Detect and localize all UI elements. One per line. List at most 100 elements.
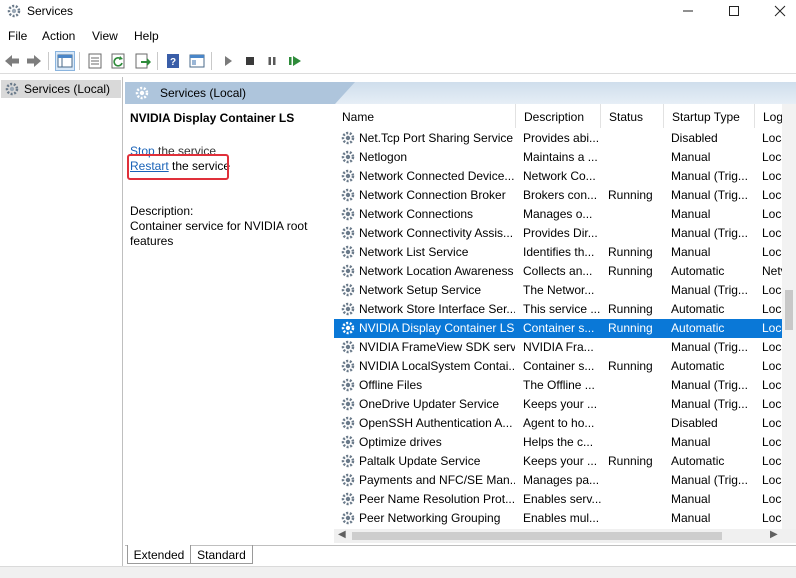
- cell-desc: Container s...: [523, 359, 595, 373]
- cell-desc: Helps the c...: [523, 435, 594, 449]
- view-button[interactable]: [187, 51, 207, 71]
- cell-startup: Manual (Trig...: [671, 226, 748, 240]
- cell-startup: Manual: [671, 150, 711, 164]
- tab-extended[interactable]: Extended: [127, 545, 191, 564]
- tab-standard[interactable]: Standard: [191, 545, 253, 564]
- properties-button[interactable]: [85, 51, 105, 71]
- gear-icon: [341, 302, 355, 316]
- column-header-description[interactable]: Description: [516, 104, 601, 128]
- column-header-label: Description: [524, 110, 585, 124]
- back-button[interactable]: [2, 51, 22, 71]
- menu-action[interactable]: Action: [42, 29, 75, 43]
- cell-desc: Enables serv...: [523, 492, 601, 506]
- scroll-left-icon[interactable]: ◀: [338, 529, 346, 540]
- export-list-button[interactable]: [133, 51, 153, 71]
- table-row[interactable]: Network Connected Device... Network Co...…: [334, 167, 796, 186]
- help-icon: ?: [167, 54, 179, 68]
- gear-icon: [7, 4, 21, 18]
- table-row[interactable]: Network List Service Identifies th... Runn…: [334, 243, 796, 262]
- cell-desc: Manages o...: [523, 207, 593, 221]
- table-row[interactable]: Netlogon Maintains a ... Manual Loca: [334, 148, 796, 167]
- gear-icon: [341, 359, 355, 373]
- cell-name: OneDrive Updater Service: [359, 397, 500, 411]
- cell-name: Offline Files: [359, 378, 423, 392]
- column-header-startup-type[interactable]: Startup Type: [664, 104, 755, 128]
- horizontal-scrollbar[interactable]: ◀ ▶: [334, 529, 796, 543]
- scroll-right-icon[interactable]: ▶: [770, 529, 778, 540]
- table-row[interactable]: OneDrive Updater Service Keeps your ... Ma…: [334, 395, 796, 414]
- cell-name: Paltalk Update Service: [359, 454, 481, 468]
- close-button[interactable]: [757, 0, 796, 22]
- menu-view[interactable]: View: [92, 29, 118, 43]
- minimize-icon: [683, 10, 693, 12]
- cell-name: Network Connectivity Assis...: [359, 226, 514, 240]
- table-row[interactable]: Network Store Interface Ser... This servi…: [334, 300, 796, 319]
- extended-pane: NVIDIA Display Container LS Stop the ser…: [125, 104, 328, 544]
- menu-file[interactable]: File: [8, 29, 27, 43]
- table-row[interactable]: Peer Networking Grouping Enables mul... Ma…: [334, 509, 796, 528]
- table-row[interactable]: Network Connection Broker Brokers con... R…: [334, 186, 796, 205]
- table-row[interactable]: NVIDIA Display Container LS Container s..…: [334, 319, 796, 338]
- vertical-scroll-thumb[interactable]: [785, 290, 793, 330]
- tree-item-services-local[interactable]: Services (Local): [1, 80, 121, 98]
- forward-button[interactable]: [24, 51, 44, 71]
- cell-name: Peer Networking Grouping: [359, 511, 501, 525]
- cell-desc: The Offline ...: [523, 378, 595, 392]
- cell-status: Running: [608, 454, 653, 468]
- table-row[interactable]: Paltalk Update Service Keeps your ... Runn…: [334, 452, 796, 471]
- cell-startup: Manual (Trig...: [671, 283, 748, 297]
- cell-name: Network Connection Broker: [359, 188, 506, 202]
- cell-desc: Network Co...: [523, 169, 596, 183]
- column-header-status[interactable]: Status: [601, 104, 664, 128]
- table-row[interactable]: Payments and NFC/SE Man... Manages pa... M…: [334, 471, 796, 490]
- start-service-button[interactable]: [218, 51, 238, 71]
- cell-desc: Container s...: [523, 321, 595, 335]
- vertical-scrollbar[interactable]: [782, 104, 796, 529]
- help-button[interactable]: ?: [163, 51, 183, 71]
- cell-name: Network Store Interface Ser...: [359, 302, 515, 316]
- table-row[interactable]: Network Setup Service The Networ... Manual…: [334, 281, 796, 300]
- cell-desc: Agent to ho...: [523, 416, 595, 430]
- table-row[interactable]: Peer Name Resolution Prot... Enables serv…: [334, 490, 796, 509]
- pause-service-button[interactable]: [262, 51, 282, 71]
- table-row[interactable]: Offline Files The Offline ... Manual (Trig…: [334, 376, 796, 395]
- table-row[interactable]: Network Connections Manages o... Manual Loc…: [334, 205, 796, 224]
- table-row[interactable]: Network Location Awareness Collects an...…: [334, 262, 796, 281]
- cell-name: Network Connections: [359, 207, 474, 221]
- restart-service-button[interactable]: [285, 51, 305, 71]
- minimize-button[interactable]: [665, 0, 711, 22]
- cell-desc: Provides Dir...: [523, 226, 598, 240]
- table-row[interactable]: Net.Tcp Port Sharing Service Provides abi…: [334, 129, 796, 148]
- table-row[interactable]: NVIDIA FrameView SDK serv... NVIDIA Fra..…: [334, 338, 796, 357]
- table-row[interactable]: OpenSSH Authentication A... Agent to ho..…: [334, 414, 796, 433]
- column-header-label: Name: [342, 110, 375, 124]
- gear-icon: [341, 473, 355, 487]
- console-tree: Services (Local): [0, 77, 123, 578]
- cell-name: NVIDIA LocalSystem Contai...: [359, 359, 515, 373]
- column-header-name[interactable]: ⌃ Name: [334, 104, 516, 128]
- cell-startup: Manual (Trig...: [671, 473, 748, 487]
- table-row[interactable]: Network Connectivity Assis... Provides Di…: [334, 224, 796, 243]
- toolbar-separator: [211, 52, 212, 70]
- gear-icon: [341, 340, 355, 354]
- refresh-button[interactable]: [109, 51, 129, 71]
- show-hide-tree-button[interactable]: [55, 51, 75, 71]
- cell-desc: Enables mul...: [523, 511, 600, 525]
- cell-status: Running: [608, 359, 653, 373]
- maximize-button[interactable]: [711, 0, 757, 22]
- cell-startup: Disabled: [671, 131, 718, 145]
- menu-help[interactable]: Help: [134, 29, 159, 43]
- stop-service-button[interactable]: [240, 51, 260, 71]
- table-row[interactable]: NVIDIA LocalSystem Contai... Container s.…: [334, 357, 796, 376]
- cell-startup: Manual: [671, 245, 711, 259]
- table-row[interactable]: Optimize drives Helps the c... Manual Loca: [334, 433, 796, 452]
- gear-icon: [341, 131, 355, 145]
- gear-icon: [5, 82, 19, 96]
- cell-status: Running: [608, 264, 653, 278]
- horizontal-scroll-thumb[interactable]: [352, 532, 722, 540]
- gear-icon: [341, 264, 355, 278]
- cell-startup: Manual: [671, 207, 711, 221]
- close-icon: [774, 5, 786, 17]
- gear-icon: [341, 283, 355, 297]
- cell-startup: Manual (Trig...: [671, 340, 748, 354]
